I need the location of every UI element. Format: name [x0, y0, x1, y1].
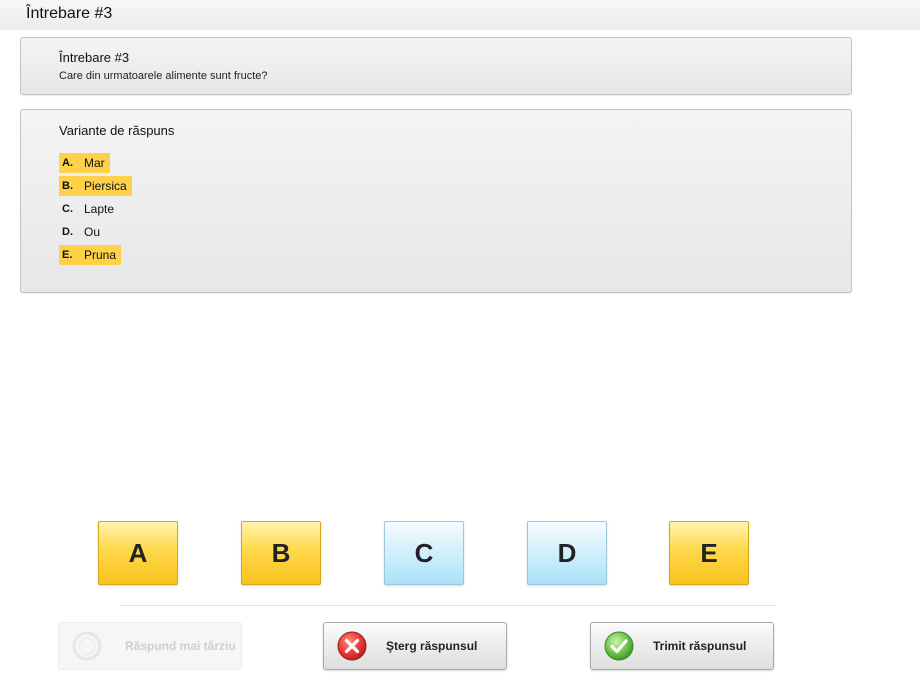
answer-later-label: Răspund mai târziu: [125, 639, 236, 653]
answer-options-list: A. Mar B. Piersica C. Lapte D. Ou E. Pru…: [59, 153, 132, 268]
answer-option-d[interactable]: D. Ou: [59, 222, 105, 242]
answer-option-b[interactable]: B. Piersica: [59, 176, 132, 196]
answers-title: Variante de răspuns: [59, 123, 175, 138]
answer-button-e[interactable]: E: [669, 521, 749, 585]
submit-answer-label: Trimit răspunsul: [653, 639, 747, 653]
question-panel: Întrebare #3 Care din urmatoarele alimen…: [20, 37, 852, 95]
option-text: Pruna: [84, 248, 117, 262]
clear-answer-label: Şterg răspunsul: [386, 639, 478, 653]
answers-panel: Variante de răspuns A. Mar B. Piersica C…: [20, 109, 852, 293]
answer-option-a[interactable]: A. Mar: [59, 153, 110, 173]
option-letter: B.: [62, 180, 73, 192]
answer-button-d[interactable]: D: [527, 521, 607, 585]
divider: [120, 605, 776, 606]
option-letter: D.: [62, 226, 73, 238]
question-title: Întrebare #3: [59, 50, 130, 65]
answer-later-button[interactable]: Răspund mai târziu: [58, 622, 242, 670]
option-text: Mar: [84, 156, 105, 170]
close-circle-icon: [337, 631, 367, 661]
submit-answer-button[interactable]: Trimit răspunsul: [590, 622, 774, 670]
answer-option-e[interactable]: E. Pruna: [59, 245, 122, 265]
answer-option-c[interactable]: C. Lapte: [59, 199, 119, 219]
option-letter: E.: [62, 249, 73, 261]
answer-button-b[interactable]: B: [241, 521, 321, 585]
option-letter: C.: [62, 203, 73, 215]
option-text: Piersica: [84, 179, 127, 193]
question-text: Care din urmatoarele alimente sunt fruct…: [59, 70, 268, 82]
option-letter: A.: [62, 157, 73, 169]
option-text: Lapte: [84, 202, 115, 216]
checkmark-circle-icon: [604, 631, 634, 661]
option-text: Ou: [84, 225, 101, 239]
clear-answer-button[interactable]: Şterg răspunsul: [323, 622, 507, 670]
answer-button-a[interactable]: A: [98, 521, 178, 585]
clock-icon: [72, 631, 102, 661]
window-title: Întrebare #3: [26, 5, 113, 22]
title-bar: Întrebare #3: [0, 0, 920, 30]
answer-button-c[interactable]: C: [384, 521, 464, 585]
